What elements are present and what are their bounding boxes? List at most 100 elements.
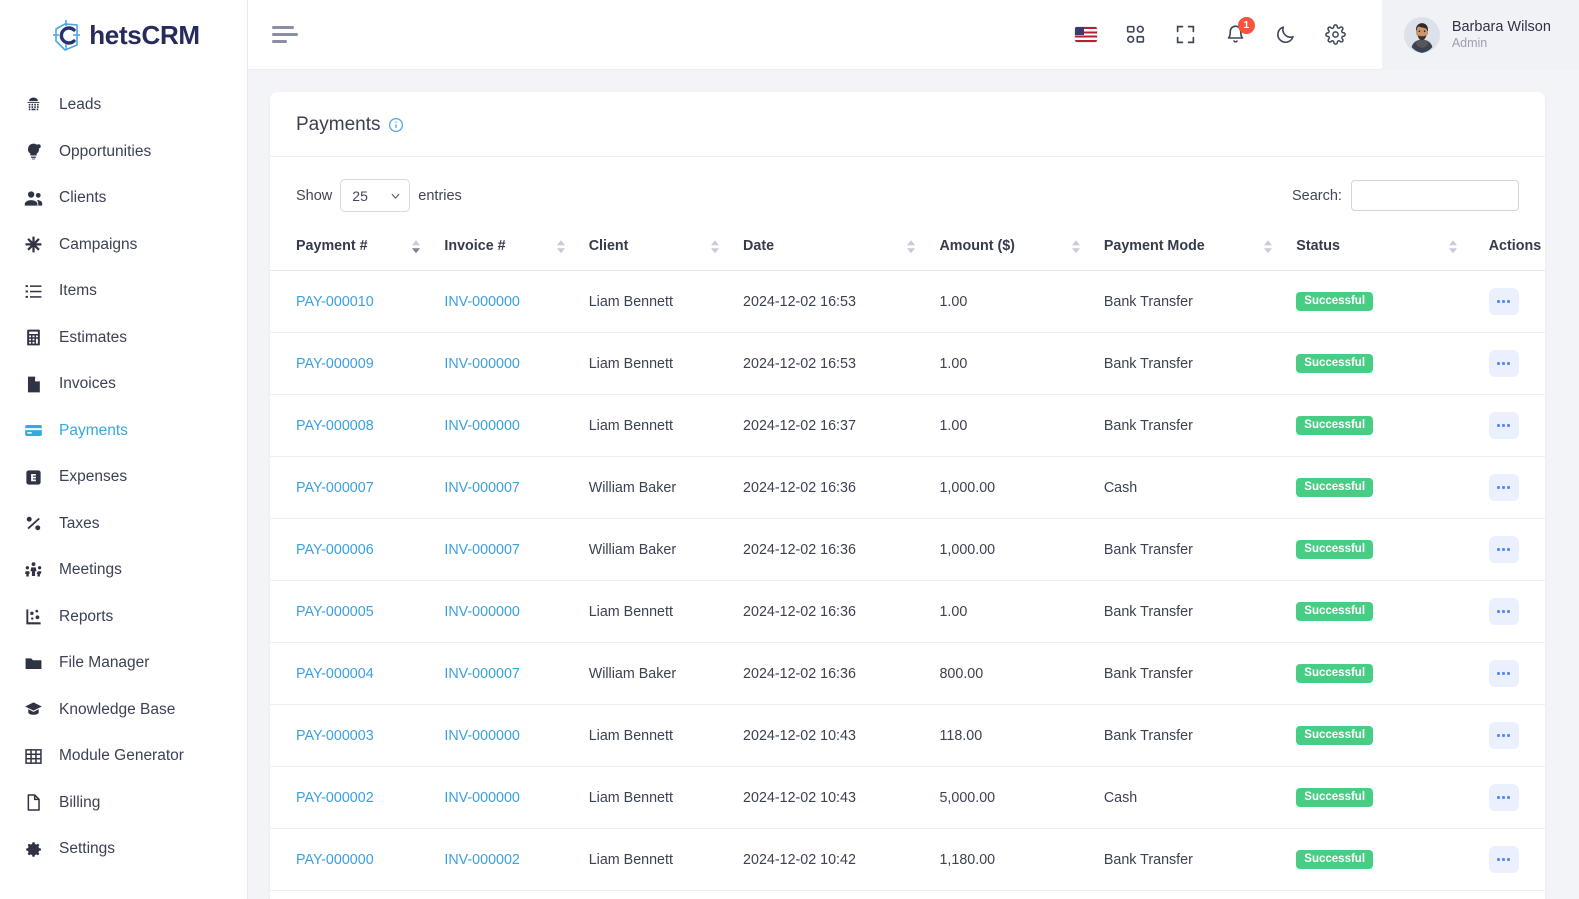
cell-amount: 1,000.00 <box>929 456 1094 519</box>
sort-toggle-payment[interactable] <box>412 240 421 254</box>
column-header-invoice[interactable]: Invoice # <box>434 226 579 271</box>
sort-toggle-amount[interactable] <box>1071 240 1080 254</box>
settings-gear-icon[interactable] <box>1324 23 1348 47</box>
row-actions-button[interactable] <box>1488 846 1519 873</box>
row-actions-button[interactable] <box>1488 722 1519 749</box>
sort-toggle-invoice[interactable] <box>556 240 565 254</box>
cell-payment-mode: Bank Transfer <box>1093 704 1287 767</box>
sidebar-item-label: Knowledge Base <box>59 700 176 718</box>
sidebar-item-settings[interactable]: Settings <box>0 826 247 873</box>
sidebar-item-invoices[interactable]: Invoices <box>0 361 247 408</box>
sort-toggle-payment-mode[interactable] <box>1264 240 1273 254</box>
invoice-link[interactable]: INV-000000 <box>444 604 520 620</box>
cell-payment-mode: Bank Transfer <box>1093 332 1287 395</box>
cell-actions <box>1470 270 1545 333</box>
cell-client: Liam Bennett <box>578 766 734 829</box>
page-length-select-wrap: 10 25 50 100 <box>340 179 411 212</box>
cell-client: Liam Bennett <box>578 580 734 643</box>
row-actions-button[interactable] <box>1488 288 1519 315</box>
payment-link[interactable]: PAY-000009 <box>296 356 374 372</box>
sidebar-item-billing[interactable]: Billing <box>0 780 247 827</box>
row-actions-button[interactable] <box>1488 350 1519 377</box>
notifications-bell[interactable]: 1 <box>1224 16 1255 47</box>
payment-link[interactable]: PAY-000004 <box>296 666 374 682</box>
lightbulb-icon <box>24 142 43 161</box>
table-row: PAY-000000 INV-000002 Liam Bennett 2024-12-… <box>270 828 1545 891</box>
row-actions-button[interactable] <box>1488 536 1519 563</box>
sort-toggle-status[interactable] <box>1448 240 1457 254</box>
language-selector[interactable] <box>1074 23 1098 47</box>
invoice-link[interactable]: INV-000002 <box>444 852 520 868</box>
invoice-link[interactable]: INV-000007 <box>444 542 520 558</box>
sidebar-item-expenses[interactable]: Expenses <box>0 454 247 501</box>
user-menu[interactable]: Barbara Wilson Admin <box>1381 0 1579 70</box>
column-header-date[interactable]: Date <box>733 226 930 271</box>
cell-amount: 800.00 <box>929 642 1094 705</box>
sort-toggle-client[interactable] <box>711 240 720 254</box>
payment-link[interactable]: PAY-000003 <box>296 728 374 744</box>
payment-link[interactable]: PAY-000007 <box>296 480 374 496</box>
sort-toggle-date[interactable] <box>907 240 916 254</box>
sidebar-item-opportunities[interactable]: Opportunities <box>0 129 247 176</box>
cell-date: 2024-12-02 16:36 <box>733 518 930 581</box>
sidebar-item-payments[interactable]: Payments <box>0 408 247 455</box>
cell-amount: 5,000.00 <box>929 766 1094 829</box>
invoice-link[interactable]: INV-000000 <box>444 356 520 372</box>
hamburger-icon[interactable] <box>272 25 298 45</box>
table-row: PAY-000004 INV-000007 William Baker 2024-12… <box>270 642 1545 705</box>
sidebar-item-items[interactable]: Items <box>0 268 247 315</box>
row-actions-button[interactable] <box>1488 598 1519 625</box>
sidebar-item-meetings[interactable]: Meetings <box>0 547 247 594</box>
info-icon[interactable] <box>388 117 404 133</box>
invoice-link[interactable]: INV-000007 <box>444 666 520 682</box>
moon-icon[interactable] <box>1274 23 1298 47</box>
cell-payment-mode: Bank Transfer <box>1093 642 1287 705</box>
invoice-link[interactable]: INV-000007 <box>444 480 520 496</box>
cell-date: 2024-12-02 10:42 <box>733 828 930 891</box>
payment-link[interactable]: PAY-000006 <box>296 542 374 558</box>
grid-apps-icon[interactable] <box>1124 23 1148 47</box>
invoice-link[interactable]: INV-000000 <box>444 790 520 806</box>
cell-amount: 1,000.00 <box>929 518 1094 581</box>
column-header-payment-mode[interactable]: Payment Mode <box>1093 226 1287 271</box>
cell-date: 2024-12-02 16:36 <box>733 642 930 705</box>
sidebar-item-campaigns[interactable]: Campaigns <box>0 222 247 269</box>
payment-link[interactable]: PAY-000005 <box>296 604 374 620</box>
sidebar-item-knowledge-base[interactable]: Knowledge Base <box>0 687 247 734</box>
row-actions-button[interactable] <box>1488 412 1519 439</box>
sidebar-item-taxes[interactable]: Taxes <box>0 501 247 548</box>
row-actions-button[interactable] <box>1488 660 1519 687</box>
cell-payment: PAY-000003 <box>270 704 435 767</box>
column-header-status[interactable]: Status <box>1286 226 1471 271</box>
sidebar-item-clients[interactable]: Clients <box>0 175 247 222</box>
sidebar-item-leads[interactable]: Leads <box>0 82 247 129</box>
invoice-link[interactable]: INV-000000 <box>444 294 520 310</box>
brand-logo-area[interactable]: hetsCRM <box>0 0 247 70</box>
row-actions-button[interactable] <box>1488 784 1519 811</box>
payment-link[interactable]: PAY-000002 <box>296 790 374 806</box>
sidebar-item-label: File Manager <box>59 654 150 672</box>
sidebar-item-label: Module Generator <box>59 747 184 765</box>
invoice-link[interactable]: INV-000000 <box>444 728 520 744</box>
column-header-client[interactable]: Client <box>578 226 734 271</box>
sidebar-item-label: Payments <box>59 421 128 439</box>
sidebar-nav: Leads Opportunities Clients Campaigns It… <box>0 70 247 873</box>
cell-status: Successful <box>1286 828 1471 891</box>
sidebar-item-reports[interactable]: Reports <box>0 594 247 641</box>
row-actions-button[interactable] <box>1488 474 1519 501</box>
search-input[interactable] <box>1350 180 1519 211</box>
sidebar-item-file-manager[interactable]: File Manager <box>0 640 247 687</box>
fullscreen-icon[interactable] <box>1174 23 1198 47</box>
payment-link[interactable]: PAY-000000 <box>296 852 374 868</box>
sidebar-item-estimates[interactable]: Estimates <box>0 315 247 362</box>
column-header-amount[interactable]: Amount ($) <box>929 226 1094 271</box>
table-toolbar: Show 10 25 50 100 ent <box>270 157 1545 226</box>
sidebar-item-module-generator[interactable]: Module Generator <box>0 733 247 780</box>
column-header-payment[interactable]: Payment # <box>270 226 435 271</box>
invoice-link[interactable]: INV-000000 <box>444 418 520 434</box>
page-length-select[interactable]: 10 25 50 100 <box>340 179 411 212</box>
grid-icon <box>24 747 43 766</box>
payment-link[interactable]: PAY-000010 <box>296 294 374 310</box>
payment-link[interactable]: PAY-000008 <box>296 418 374 434</box>
topbar-icons: 1 <box>1074 16 1382 47</box>
